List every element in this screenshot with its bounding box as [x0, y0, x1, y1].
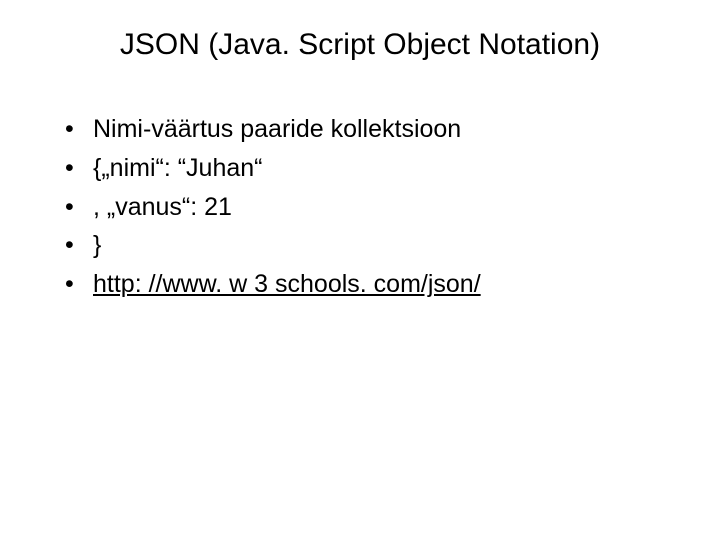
bullet-icon: • [65, 265, 93, 304]
list-item: • http: //www. w 3 schools. com/json/ [65, 265, 680, 304]
bullet-text: Nimi-väärtus paaride kollektsioon [93, 110, 680, 149]
bullet-icon: • [65, 226, 93, 265]
bullet-icon: • [65, 188, 93, 227]
bullet-icon: • [65, 110, 93, 149]
list-item: • {„nimi“: “Juhan“ [65, 149, 680, 188]
bullet-icon: • [65, 149, 93, 188]
list-item: • } [65, 226, 680, 265]
bullet-text: , „vanus“: 21 [93, 188, 680, 227]
bullet-text: {„nimi“: “Juhan“ [93, 149, 680, 188]
slide-title: JSON (Java. Script Object Notation) [60, 28, 660, 62]
bullet-list: • Nimi-väärtus paaride kollektsioon • {„… [40, 110, 680, 304]
bullet-link[interactable]: http: //www. w 3 schools. com/json/ [93, 265, 680, 304]
list-item: • , „vanus“: 21 [65, 188, 680, 227]
bullet-text: } [93, 226, 680, 265]
list-item: • Nimi-väärtus paaride kollektsioon [65, 110, 680, 149]
